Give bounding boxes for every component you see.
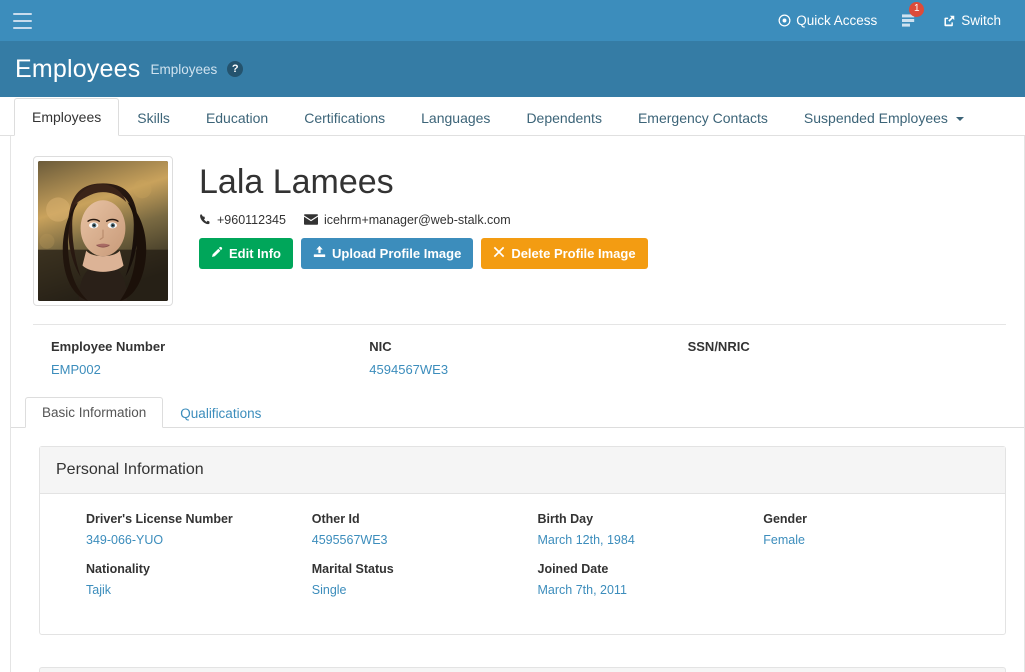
tab-suspended-employees[interactable]: Suspended Employees bbox=[786, 99, 982, 136]
tab-dependents[interactable]: Dependents bbox=[508, 99, 620, 136]
page-header: Employees Employees ? bbox=[0, 41, 1025, 97]
switch-button[interactable]: Switch bbox=[930, 0, 1013, 41]
tab-label: Certifications bbox=[304, 110, 385, 126]
tab-label: Skills bbox=[137, 110, 170, 126]
help-icon[interactable]: ? bbox=[227, 61, 243, 77]
sub-tab-bar: Basic Information Qualifications bbox=[11, 396, 1024, 428]
personal-information-panel: Personal Information Driver's License Nu… bbox=[39, 446, 1006, 635]
tab-label: Suspended Employees bbox=[804, 110, 948, 126]
tab-label: Education bbox=[206, 110, 268, 126]
employee-profile-photo bbox=[38, 161, 168, 301]
phone-number: +960112345 bbox=[217, 213, 286, 227]
next-panel-partial bbox=[39, 667, 1006, 672]
modules-button[interactable]: 1 bbox=[889, 0, 930, 41]
meta-label: NIC bbox=[369, 339, 687, 354]
notification-badge: 1 bbox=[909, 2, 924, 17]
avatar[interactable] bbox=[33, 156, 173, 306]
field-value[interactable]: March 12th, 1984 bbox=[538, 533, 764, 562]
tab-label: Employees bbox=[32, 109, 101, 125]
subtab-qualifications[interactable]: Qualifications bbox=[163, 398, 278, 428]
field-label bbox=[763, 562, 989, 583]
hamburger-bar bbox=[13, 20, 32, 22]
external-link-icon bbox=[942, 14, 956, 28]
tab-employees[interactable]: Employees bbox=[14, 98, 119, 136]
tab-label: Emergency Contacts bbox=[638, 110, 768, 126]
chevron-down-icon bbox=[956, 117, 964, 121]
field-value[interactable]: Tajik bbox=[86, 583, 312, 612]
top-navbar: Quick Access 1 Switch bbox=[0, 0, 1025, 41]
switch-label: Switch bbox=[961, 13, 1001, 28]
tab-label: Dependents bbox=[526, 110, 602, 126]
button-label: Edit Info bbox=[229, 246, 281, 262]
navbar-right-group: Quick Access 1 Switch bbox=[766, 0, 1025, 41]
email-icon bbox=[304, 213, 318, 227]
field-value[interactable]: 349-066-YUO bbox=[86, 533, 312, 562]
meta-label: Employee Number bbox=[51, 339, 369, 354]
tab-languages[interactable]: Languages bbox=[403, 99, 508, 136]
button-label: Delete Profile Image bbox=[511, 246, 635, 262]
target-icon bbox=[778, 14, 791, 27]
close-x-icon bbox=[493, 246, 505, 262]
edit-info-button[interactable]: Edit Info bbox=[199, 238, 293, 269]
meta-value[interactable] bbox=[688, 362, 1006, 378]
subtab-label: Qualifications bbox=[180, 406, 261, 421]
field-label: Driver's License Number bbox=[86, 512, 312, 533]
profile-action-buttons: Edit Info Upload Profile Image bbox=[199, 238, 1006, 269]
employee-name: Lala Lamees bbox=[199, 164, 1006, 201]
field-value[interactable]: Single bbox=[312, 583, 538, 612]
panel-title: Personal Information bbox=[40, 447, 1005, 494]
field-label: Other Id bbox=[312, 512, 538, 533]
employee-meta-row: Employee Number EMP002 NIC 4594567WE3 SS… bbox=[33, 325, 1006, 386]
tab-certifications[interactable]: Certifications bbox=[286, 99, 403, 136]
quick-access-button[interactable]: Quick Access bbox=[766, 0, 889, 41]
tab-label: Languages bbox=[421, 110, 490, 126]
field-label: Marital Status bbox=[312, 562, 538, 583]
meta-label: SSN/NRIC bbox=[688, 339, 1006, 354]
hamburger-menu-icon[interactable] bbox=[0, 0, 45, 41]
meta-nic: NIC 4594567WE3 bbox=[369, 339, 687, 378]
hamburger-bar bbox=[13, 13, 32, 15]
meta-value[interactable]: 4594567WE3 bbox=[369, 362, 687, 378]
tab-skills[interactable]: Skills bbox=[119, 99, 188, 136]
profile-main: Lala Lamees +960112345 bbox=[199, 156, 1006, 269]
field-value[interactable]: 4595567WE3 bbox=[312, 533, 538, 562]
breadcrumb: Employees bbox=[150, 62, 217, 77]
button-label: Upload Profile Image bbox=[332, 246, 461, 262]
field-label: Gender bbox=[763, 512, 989, 533]
contact-line: +960112345 icehrm+manager@web-stalk.com bbox=[199, 213, 1006, 227]
page-title: Employees bbox=[15, 55, 140, 84]
profile-section: Lala Lamees +960112345 bbox=[11, 136, 1024, 386]
subtab-basic-information[interactable]: Basic Information bbox=[25, 397, 163, 428]
upload-icon bbox=[313, 245, 326, 262]
subtab-label: Basic Information bbox=[42, 405, 146, 420]
phone-icon bbox=[199, 213, 211, 227]
field-value[interactable] bbox=[763, 583, 989, 612]
field-label: Joined Date bbox=[538, 562, 764, 583]
meta-value[interactable]: EMP002 bbox=[51, 362, 369, 378]
main-tab-bar: Employees Skills Education Certification… bbox=[0, 97, 1025, 136]
field-value[interactable]: Female bbox=[763, 533, 989, 562]
personal-information-fields: Driver's License Number Other Id Birth D… bbox=[86, 512, 989, 612]
edit-icon bbox=[211, 246, 223, 262]
field-label: Birth Day bbox=[538, 512, 764, 533]
tab-education[interactable]: Education bbox=[188, 99, 286, 136]
meta-employee-number: Employee Number EMP002 bbox=[51, 339, 369, 378]
employee-detail-container: Lala Lamees +960112345 bbox=[10, 136, 1025, 672]
quick-access-label: Quick Access bbox=[796, 13, 877, 28]
upload-profile-image-button[interactable]: Upload Profile Image bbox=[301, 238, 473, 269]
panel-area: Personal Information Driver's License Nu… bbox=[11, 428, 1024, 672]
tab-emergency-contacts[interactable]: Emergency Contacts bbox=[620, 99, 786, 136]
hamburger-bar bbox=[13, 27, 32, 29]
panel-body: Driver's License Number Other Id Birth D… bbox=[40, 494, 1005, 634]
main-content: Lala Lamees +960112345 bbox=[0, 136, 1025, 672]
profile-row: Lala Lamees +960112345 bbox=[33, 156, 1006, 306]
field-label: Nationality bbox=[86, 562, 312, 583]
email-address: icehrm+manager@web-stalk.com bbox=[324, 213, 511, 227]
meta-ssn-nric: SSN/NRIC bbox=[688, 339, 1006, 378]
field-value[interactable]: March 7th, 2011 bbox=[538, 583, 764, 612]
delete-profile-image-button[interactable]: Delete Profile Image bbox=[481, 238, 647, 269]
